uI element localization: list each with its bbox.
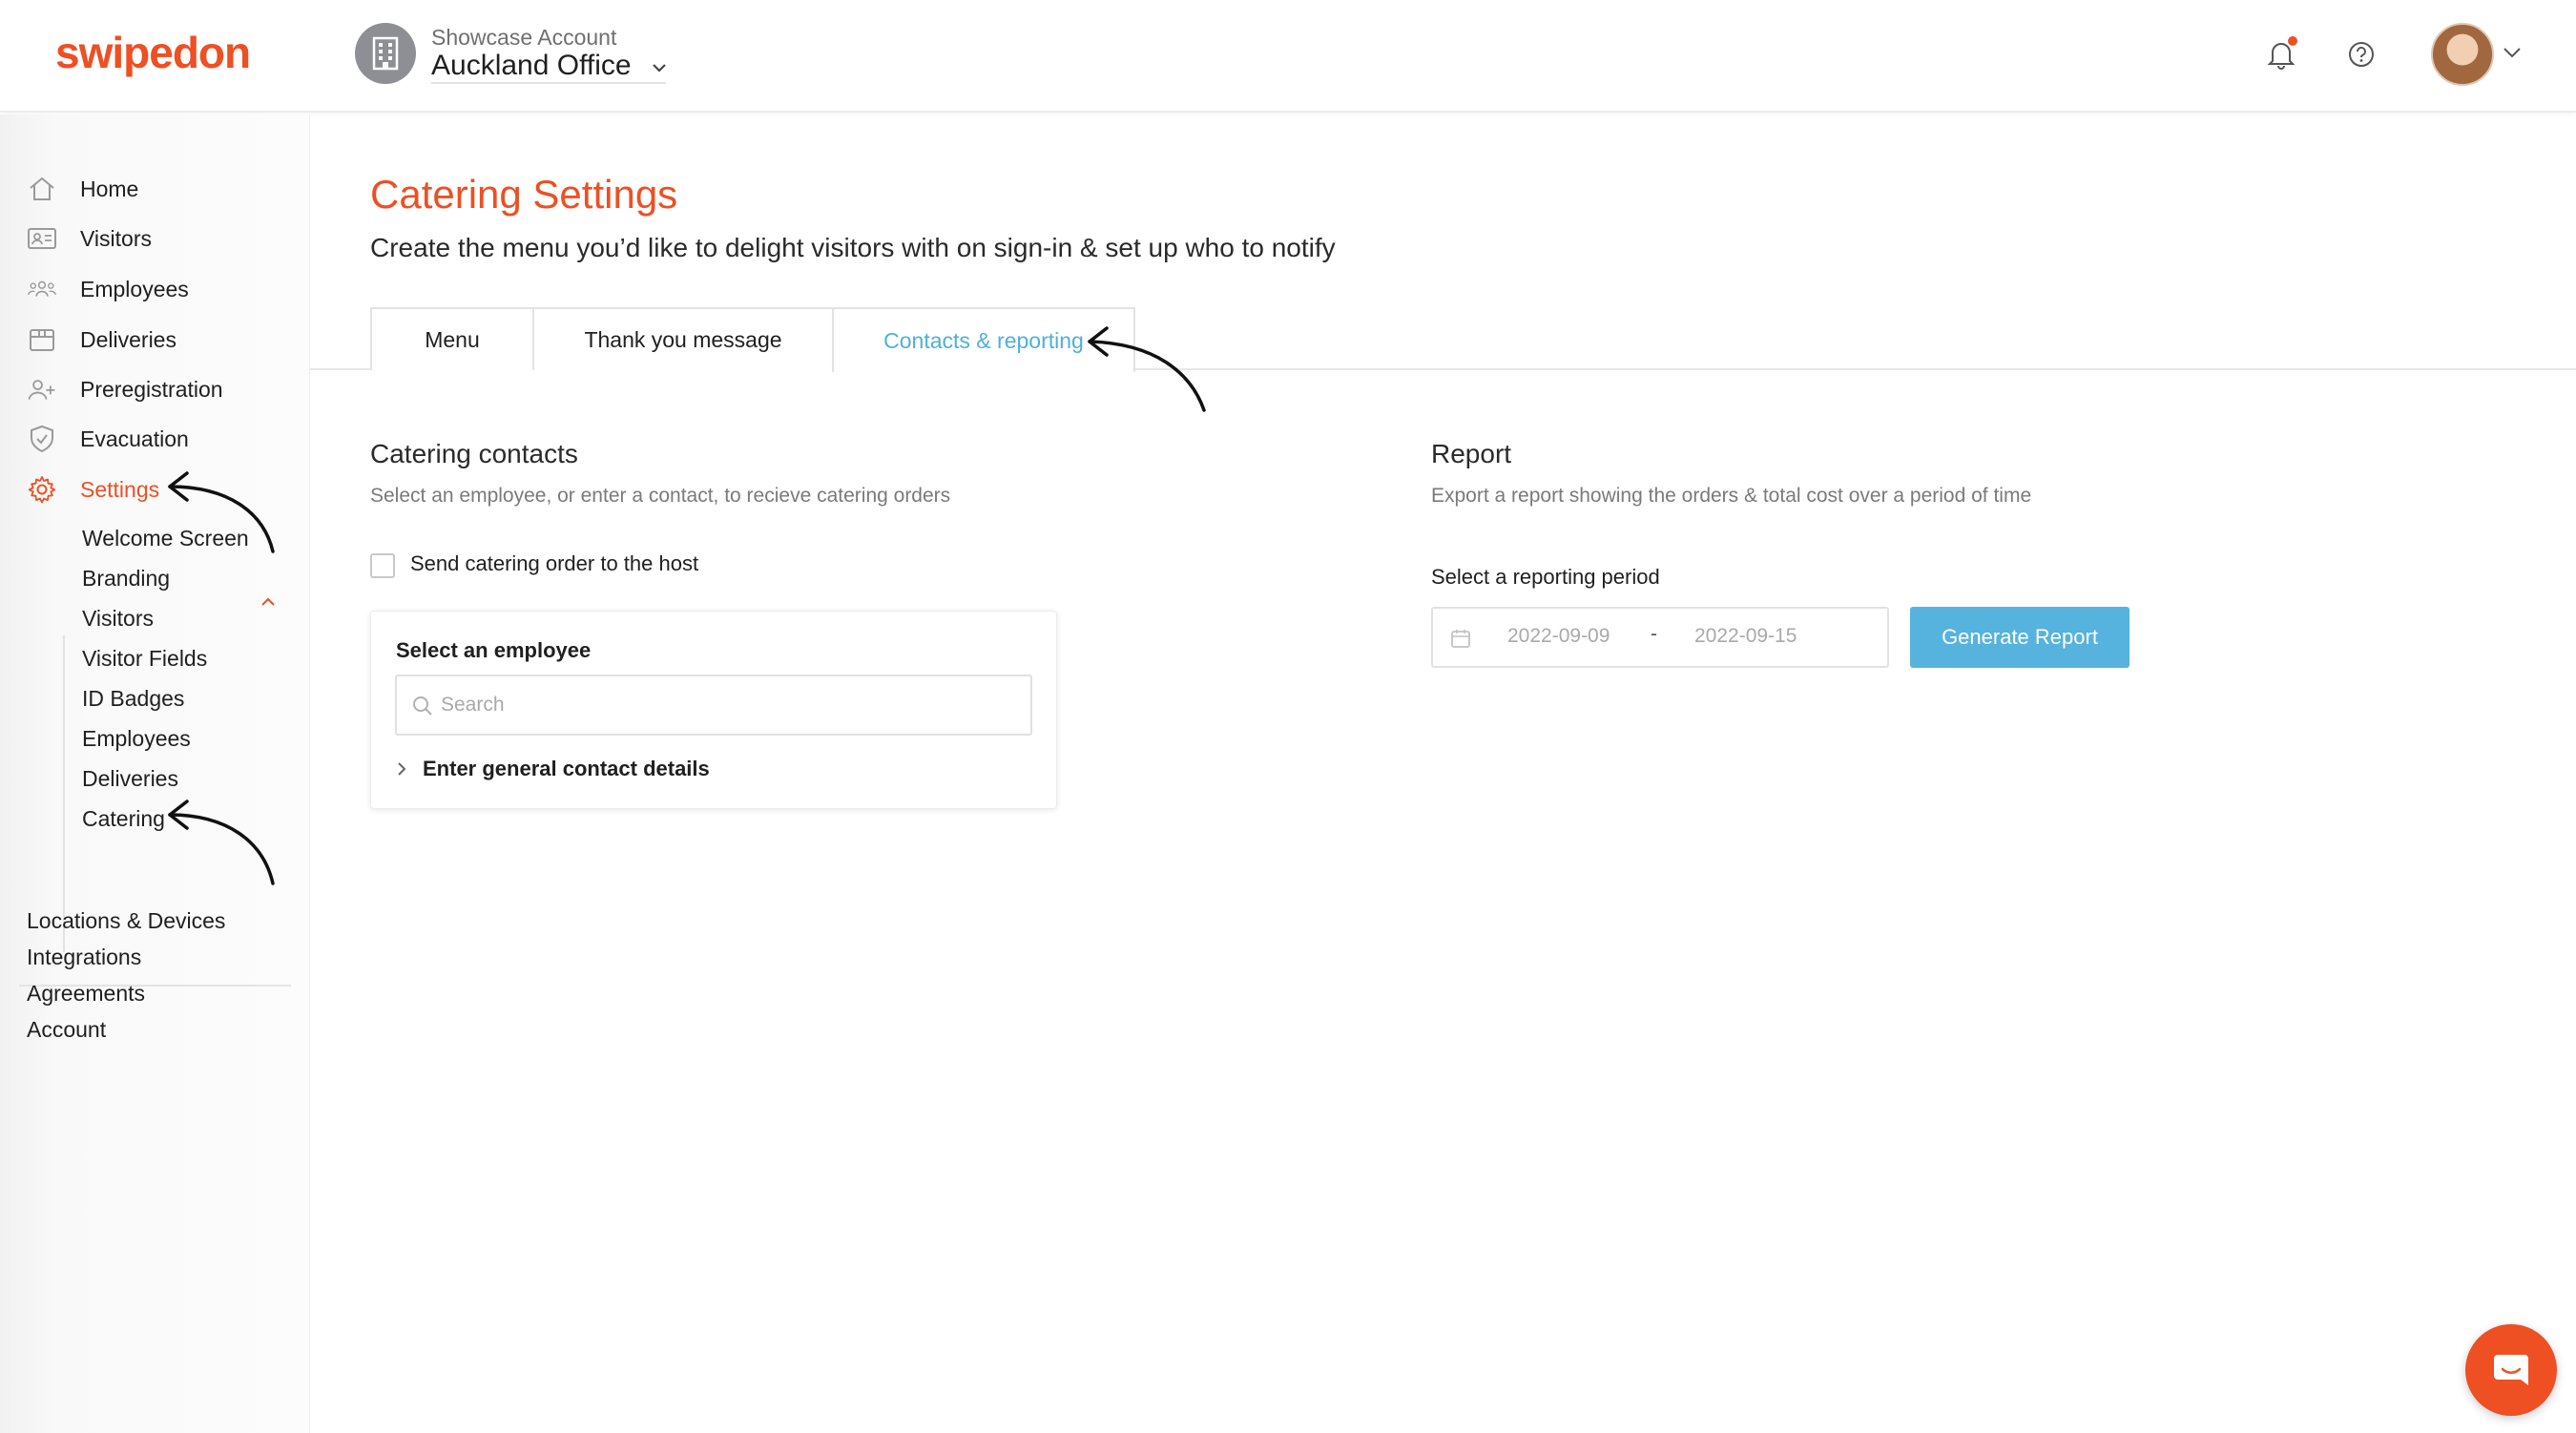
location-underline	[431, 82, 666, 84]
sidebar-item-evacuation[interactable]: Evacuation	[0, 418, 310, 460]
box-icon	[27, 324, 57, 355]
sidebar-item-label: Visitors	[80, 225, 152, 251]
sidebar-item-deliveries[interactable]: Deliveries	[0, 319, 310, 361]
annotation-arrow-icon	[168, 800, 275, 885]
sidebar-item-home[interactable]: Home	[0, 168, 310, 210]
enter-general-contact-toggle[interactable]: Enter general contact details	[396, 757, 710, 781]
gear-icon	[27, 474, 57, 505]
sidebar-item-label: Employees	[80, 276, 189, 301]
sidebar-link-locations-devices[interactable]: Locations & Devices	[27, 908, 225, 934]
notification-dot	[2288, 36, 2297, 46]
location-selector[interactable]: Auckland Office	[431, 50, 632, 82]
user-plus-icon	[27, 374, 57, 405]
tab-menu[interactable]: Menu	[370, 307, 534, 370]
search-icon	[413, 696, 432, 716]
sidebar-link-agreements[interactable]: Agreements	[27, 981, 145, 1007]
chevron-down-icon[interactable]	[2502, 46, 2523, 64]
send-to-host-label[interactable]: Send catering order to the host	[410, 551, 698, 576]
date-range-picker[interactable]: 2022-09-09 - 2022-09-15	[1431, 607, 1889, 668]
page-subtitle: Create the menu you’d like to delight vi…	[370, 233, 1336, 262]
reporting-period-label: Select a reporting period	[1431, 565, 1660, 589]
sidebar-item-label: Evacuation	[80, 426, 189, 451]
sidebar-item-employees[interactable]: Employees	[0, 268, 310, 310]
sidebar-item-visitors[interactable]: Visitors	[0, 218, 310, 260]
tab-thank-you-message[interactable]: Thank you message	[532, 307, 834, 370]
people-icon	[27, 274, 57, 304]
select-employee-card: Select an employee Enter general contact…	[370, 611, 1057, 809]
submenu-item-deliveries[interactable]: Deliveries	[82, 763, 178, 794]
submenu-item-visitor-fields[interactable]: Visitor Fields	[82, 643, 207, 674]
report-description: Export a report showing the orders & tot…	[1431, 485, 2032, 507]
select-employee-title: Select an employee	[396, 638, 592, 662]
send-to-host-checkbox[interactable]	[370, 553, 395, 578]
start-date-value[interactable]: 2022-09-09	[1507, 625, 1610, 648]
catering-contacts-title: Catering contacts	[370, 439, 578, 468]
submenu-item-branding[interactable]: Branding	[82, 563, 170, 593]
annotation-arrow-icon	[168, 471, 275, 553]
search-input[interactable]	[441, 678, 1013, 732]
report-title: Report	[1431, 439, 1512, 468]
sidebar-link-integrations[interactable]: Integrations	[27, 945, 141, 970]
sidebar-item-label: Settings	[80, 476, 160, 502]
sidebar-item-label: Deliveries	[80, 326, 177, 352]
id-card-icon	[27, 223, 57, 254]
submenu-item-catering[interactable]: Catering	[82, 803, 165, 834]
submenu-item-id-badges[interactable]: ID Badges	[82, 683, 184, 714]
catering-contacts-description: Select an employee, or enter a contact, …	[370, 485, 951, 507]
chat-launcher-button[interactable]	[2465, 1324, 2557, 1416]
shield-icon	[27, 424, 57, 454]
end-date-value[interactable]: 2022-09-15	[1694, 625, 1797, 648]
avatar[interactable]	[2431, 23, 2494, 86]
home-icon	[27, 174, 57, 204]
generate-report-button[interactable]: Generate Report	[1910, 607, 2129, 668]
annotation-arrow-icon	[1088, 326, 1206, 412]
page-title: Catering Settings	[370, 172, 678, 217]
sidebar-link-account[interactable]: Account	[27, 1017, 106, 1043]
chevron-up-icon[interactable]	[260, 595, 277, 613]
chevron-down-icon[interactable]	[651, 61, 668, 78]
sidebar-item-label: Home	[80, 176, 139, 201]
help-icon[interactable]	[2347, 40, 2376, 73]
enter-general-contact-label: Enter general contact details	[423, 757, 710, 780]
submenu-guide-line	[63, 635, 65, 952]
sidebar-item-preregistration[interactable]: Preregistration	[0, 368, 310, 410]
sidebar-item-label: Preregistration	[80, 376, 223, 402]
submenu-item-employees[interactable]: Employees	[82, 723, 191, 754]
chevron-right-icon	[398, 762, 406, 776]
calendar-icon	[1451, 630, 1470, 648]
building-icon	[355, 23, 416, 84]
chat-icon	[2494, 1355, 2528, 1385]
sidebar: Home Visitors Employees Deliveries Prere…	[0, 114, 310, 1433]
top-header: swipedon Showcase Account Auckland Offic…	[0, 0, 2576, 113]
search-field[interactable]	[395, 675, 1032, 736]
swipedon-logo[interactable]: swipedon	[55, 27, 251, 78]
account-label: Showcase Account	[431, 25, 617, 50]
submenu-item-visitors[interactable]: Visitors	[82, 603, 154, 633]
date-separator: -	[1651, 623, 1657, 645]
